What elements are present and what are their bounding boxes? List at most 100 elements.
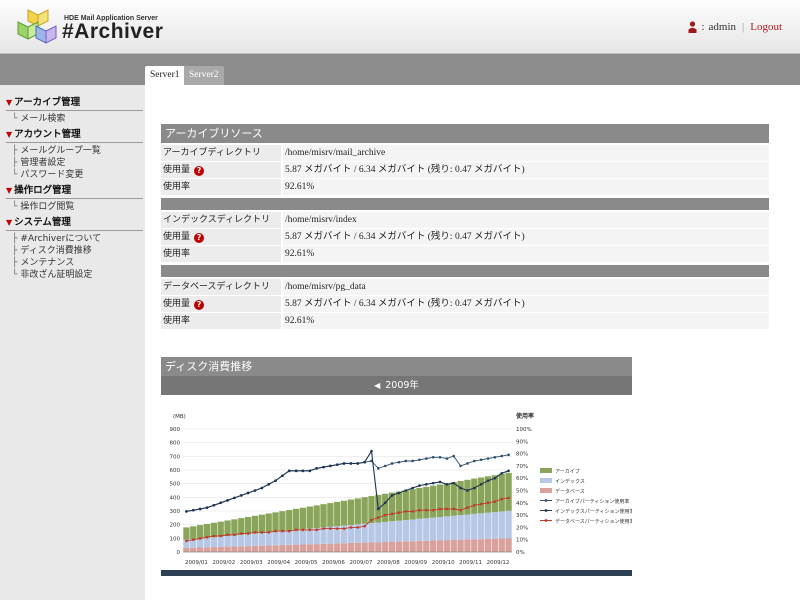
row-label: 使用量?	[161, 229, 281, 245]
rate-point	[479, 483, 483, 486]
x-tick-label: 2009/02	[212, 560, 235, 566]
rate-point	[452, 454, 456, 458]
rate-point	[219, 534, 222, 538]
stacked-bar-segment	[217, 536, 224, 547]
tab-server2[interactable]: Server2	[184, 66, 224, 85]
database-usage-row: 使用量? 5.87 メガバイト / 6.34 メガバイト (残り: 0.47 メ…	[161, 296, 769, 312]
y-left-tick-label: 500	[170, 482, 181, 488]
stacked-bar-segment	[183, 547, 190, 552]
rate-point	[377, 467, 380, 470]
sidebar-item-password-change[interactable]: └ パスワード変更	[12, 170, 83, 181]
stacked-bar-segment	[299, 529, 307, 545]
legend-label: アーカイブパーティション使用率	[555, 498, 629, 505]
stacked-bar-segment	[478, 513, 485, 540]
rate-point	[486, 479, 490, 482]
nav-section-oplog[interactable]: ▼ 操作ログ管理	[6, 185, 143, 199]
rate-point	[486, 457, 490, 460]
rate-point	[301, 528, 305, 532]
help-icon[interactable]: ?	[194, 166, 205, 176]
divider: |	[742, 21, 745, 33]
stacked-bar-segment	[313, 505, 320, 529]
rate-point	[404, 489, 408, 492]
usage-label: 使用量	[163, 299, 191, 309]
x-tick-label: 2009/05	[295, 560, 318, 566]
stacked-bar-segment	[402, 520, 409, 542]
row-value: /home/misrv/index	[283, 212, 769, 228]
rate-point	[459, 486, 462, 490]
sidebar-item-admin-settings[interactable]: ├ 管理者設定	[12, 158, 65, 169]
tree-branch-icon: └	[12, 270, 18, 280]
stacked-bar-segment	[292, 544, 300, 552]
rate-point	[356, 462, 360, 465]
stacked-bar-segment	[361, 542, 368, 552]
stacked-bar-segment	[395, 491, 403, 521]
sidebar-item-oplog-view[interactable]: └ 操作ログ閲覧	[12, 202, 74, 213]
rate-point	[308, 528, 312, 532]
rate-point	[287, 529, 291, 533]
previous-year-icon[interactable]: ◀	[374, 381, 380, 390]
sidebar-item-mail-groups[interactable]: ├ メールグループ一覧	[12, 146, 101, 157]
stacked-bar-segment	[416, 487, 423, 519]
rate-point	[425, 457, 428, 460]
x-tick-label: 2009/08	[377, 560, 400, 566]
rate-point	[370, 518, 373, 522]
rate-point	[397, 460, 401, 464]
stacked-bar-segment	[306, 544, 313, 552]
help-icon[interactable]: ?	[194, 233, 205, 243]
y-left-axis-label: (MB)	[173, 414, 186, 420]
archive-rate-row: 使用率 92.61%	[161, 179, 769, 195]
rate-point	[445, 507, 449, 511]
rate-point	[466, 462, 469, 465]
stacked-bar-segment	[190, 547, 197, 552]
nav-section-system[interactable]: ▼ システム管理	[6, 217, 143, 231]
row-value: 92.61%	[283, 246, 769, 262]
rate-point	[418, 508, 421, 512]
stacked-bar-segment	[430, 485, 437, 518]
rate-point	[342, 527, 346, 530]
stacked-bar-segment	[334, 543, 341, 552]
user-box: : admin | Logout	[688, 21, 782, 33]
stacked-bar-segment	[258, 514, 265, 534]
nav-section-archive[interactable]: ▼ アーカイブ管理	[6, 97, 143, 111]
rate-point	[445, 483, 449, 486]
stacked-bar-segment	[484, 512, 492, 539]
rate-point	[226, 533, 229, 537]
y-right-tick-label: 20%	[516, 525, 528, 531]
legend-marker	[544, 509, 548, 512]
y-right-tick-label: 10%	[516, 538, 528, 544]
stacked-bar-segment	[457, 515, 464, 540]
rate-point	[479, 458, 483, 462]
rate-point	[212, 534, 216, 538]
tab-server1[interactable]: Server1	[145, 66, 185, 85]
index-usage-row: 使用量? 5.87 メガバイト / 6.34 メガバイト (残り: 0.47 メ…	[161, 229, 769, 245]
y-left-tick-label: 400	[170, 495, 181, 501]
stacked-bar-segment	[423, 540, 430, 552]
database-dir-row: データベースディレクトリ /home/misrv/pg_data	[161, 279, 769, 295]
sidebar-item-tamper-proof[interactable]: └ 非改ざん証明設定	[12, 270, 92, 281]
sidebar-item-mail-search[interactable]: └ メール検索	[12, 114, 65, 125]
rate-point	[219, 501, 222, 505]
sidebar-item-maintenance[interactable]: ├ メンテナンス	[12, 258, 74, 269]
nav-section-account[interactable]: ▼ アカウント管理	[6, 129, 143, 143]
stacked-bar-segment	[224, 546, 231, 552]
rate-point	[198, 507, 202, 511]
row-label: データベースディレクトリ	[161, 279, 281, 295]
rate-point	[260, 531, 264, 534]
sidebar-item-about[interactable]: ├ #Archiverについて	[12, 234, 101, 245]
stacked-bar-segment	[436, 540, 444, 552]
row-label: 使用率	[161, 179, 281, 195]
y-left-tick-label: 900	[170, 427, 181, 433]
y-right-tick-label: 0%	[516, 550, 525, 556]
year-navigator: ◀ 2009年	[161, 376, 632, 395]
rate-point	[507, 469, 510, 473]
help-icon[interactable]: ?	[194, 300, 205, 310]
stacked-bar-segment	[251, 533, 259, 546]
logout-link[interactable]: Logout	[750, 21, 782, 33]
stacked-bar-segment	[402, 541, 409, 552]
rate-point	[301, 469, 305, 473]
sidebar-item-disk-trend[interactable]: ├ ディスク消費推移	[12, 246, 92, 257]
rate-point	[390, 494, 394, 497]
x-tick-label: 2009/07	[350, 560, 373, 566]
stacked-bar-segment	[388, 541, 396, 552]
sidebar-item-label: メールグループ一覧	[20, 146, 101, 156]
